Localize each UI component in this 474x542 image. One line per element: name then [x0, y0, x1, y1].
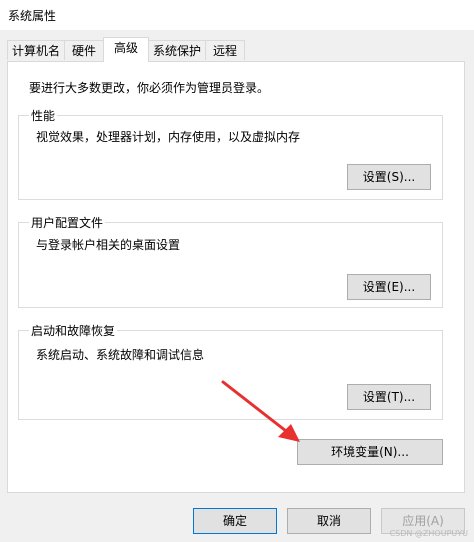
tab-hardware[interactable]: 硬件	[64, 40, 104, 60]
performance-settings-button[interactable]: 设置(S)...	[347, 164, 431, 190]
user-profiles-title: 用户配置文件	[29, 214, 106, 231]
tab-computer-name[interactable]: 计算机名	[7, 40, 65, 60]
window-title: 系统属性	[8, 9, 57, 23]
title-bar: 系统属性	[0, 0, 474, 30]
tab-remote[interactable]: 远程	[205, 40, 245, 60]
user-profiles-settings-button[interactable]: 设置(E)...	[347, 274, 431, 300]
watermark: CSDN @ZHOUPUYU	[389, 529, 468, 538]
startup-recovery-title: 启动和故障恢复	[29, 322, 118, 339]
tab-advanced[interactable]: 高级	[103, 37, 149, 62]
user-profiles-description: 与登录帐户相关的桌面设置	[36, 238, 181, 252]
cancel-button[interactable]: 取消	[287, 508, 371, 534]
tab-bar: 计算机名 硬件 高级 系统保护 远程	[0, 37, 474, 62]
ok-button[interactable]: 确定	[193, 508, 277, 534]
environment-variables-button[interactable]: 环境变量(N)...	[297, 439, 443, 465]
startup-recovery-description: 系统启动、系统故障和调试信息	[36, 348, 205, 362]
startup-recovery-settings-button[interactable]: 设置(T)...	[347, 384, 431, 410]
admin-notice: 要进行大多数更改，你必须作为管理员登录。	[29, 81, 270, 95]
performance-description: 视觉效果，处理器计划，内存使用，以及虚拟内存	[36, 130, 301, 144]
performance-title: 性能	[29, 107, 58, 124]
tab-system-protection[interactable]: 系统保护	[148, 40, 206, 60]
